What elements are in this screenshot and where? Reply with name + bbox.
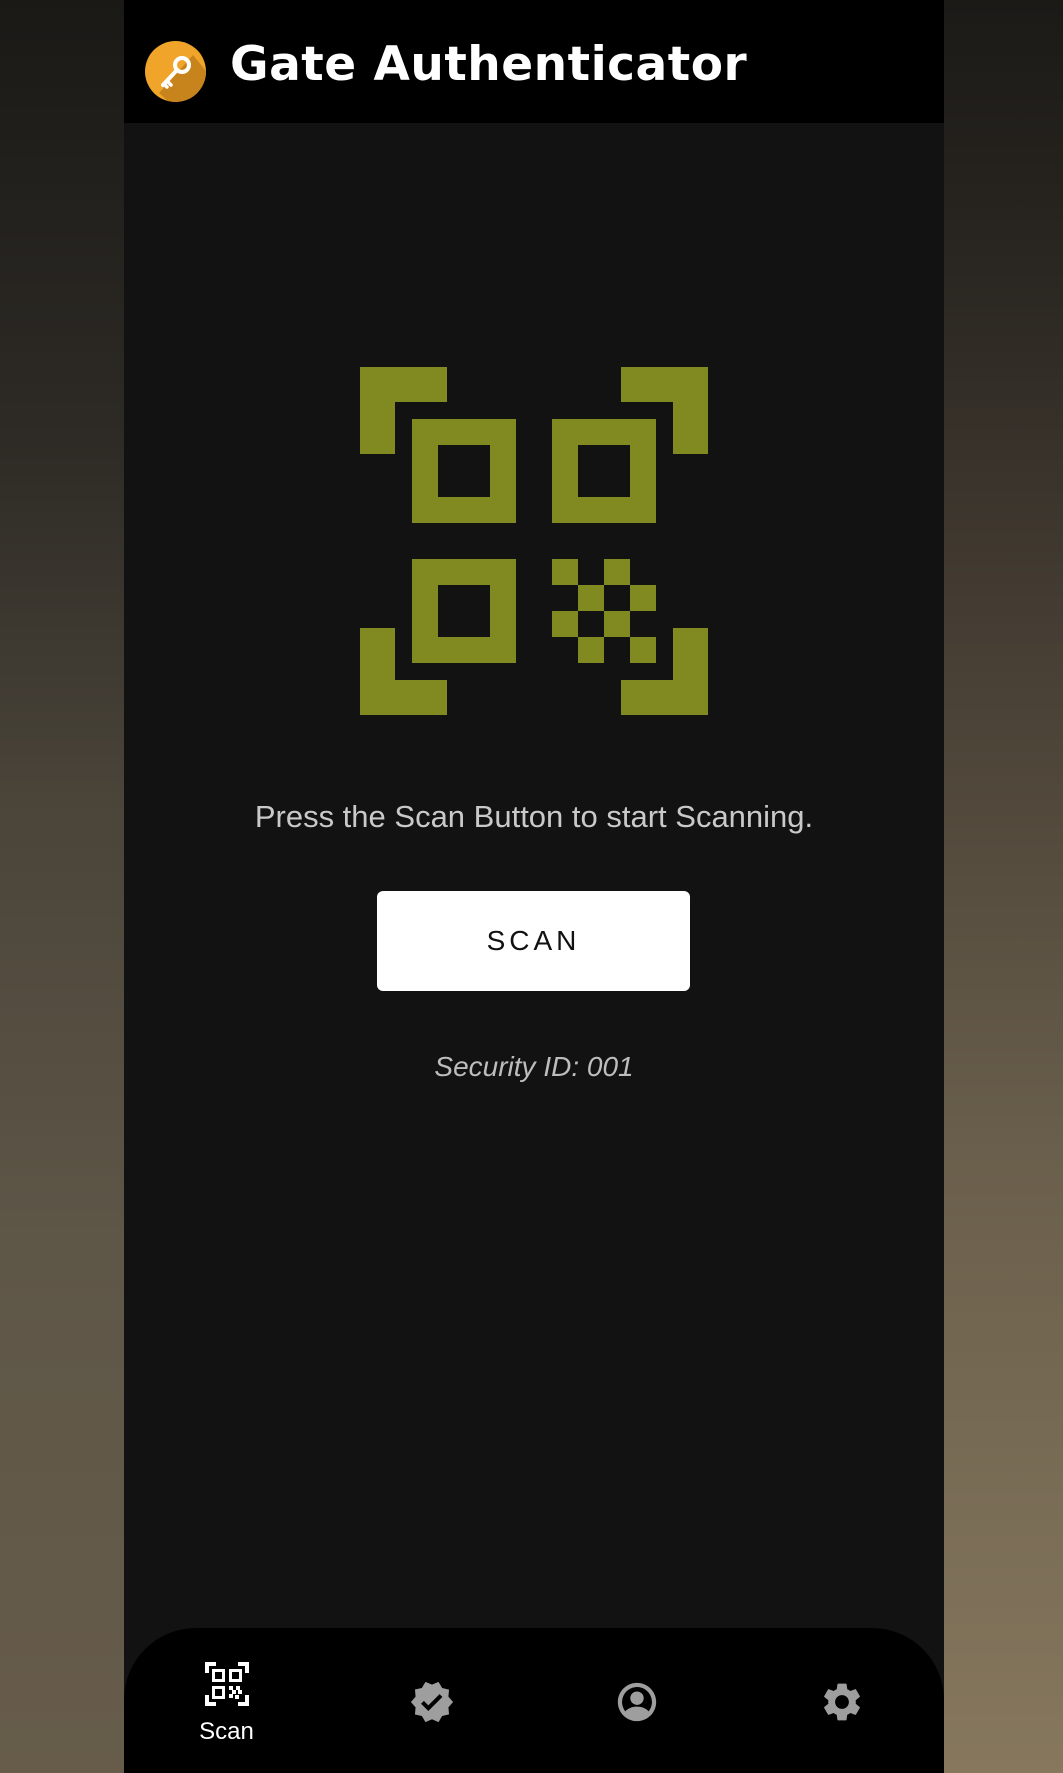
qr-code-scan-icon xyxy=(360,367,708,715)
app-bar: Gate Authenticator xyxy=(124,0,944,123)
scan-button[interactable]: SCAN xyxy=(377,891,690,991)
background-left xyxy=(0,0,124,1773)
verified-check-icon xyxy=(409,1679,455,1729)
account-circle-icon xyxy=(614,1679,660,1729)
security-id-label: Security ID: 001 xyxy=(434,1051,634,1082)
nav-item-scan[interactable]: Scan xyxy=(124,1628,329,1773)
app-screen: Gate Authenticator Press the Scan Button… xyxy=(124,0,944,1773)
app-title: Gate Authenticator xyxy=(230,37,748,92)
qr-scan-icon xyxy=(204,1662,249,1710)
nav-item-verified[interactable] xyxy=(329,1628,534,1773)
key-icon xyxy=(145,41,206,102)
bottom-navigation: Scan xyxy=(124,1628,944,1773)
nav-item-settings[interactable] xyxy=(739,1628,944,1773)
nav-label-scan: Scan xyxy=(199,1718,254,1745)
background-right xyxy=(944,0,1063,1773)
nav-item-profile[interactable] xyxy=(534,1628,739,1773)
gear-icon xyxy=(819,1679,865,1729)
scan-instruction-text: Press the Scan Button to start Scanning. xyxy=(254,799,814,834)
